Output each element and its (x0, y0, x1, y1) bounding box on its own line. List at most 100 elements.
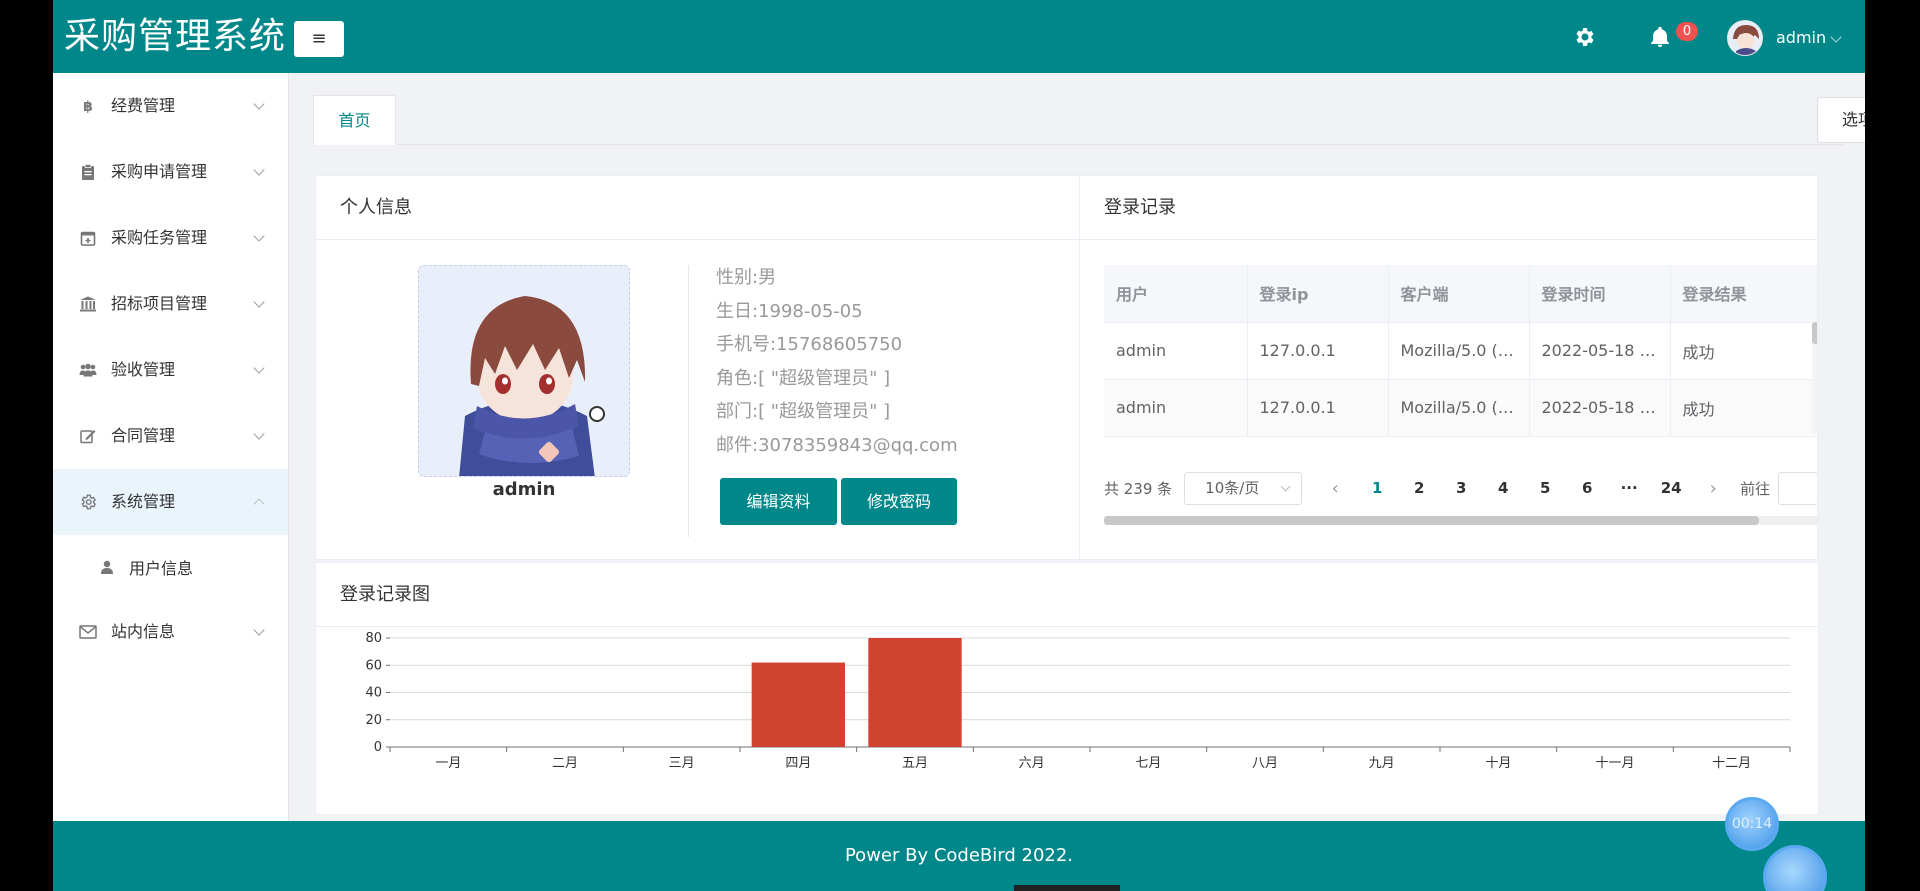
page-size-value: 10条/页 (1205, 478, 1260, 497)
table-cell: 127.0.0.1 (1247, 379, 1389, 437)
sidebar-subitem-user-info[interactable]: 用户信息 (53, 535, 288, 599)
table-cell: Mozilla/5.0 (… (1388, 379, 1530, 437)
login-chart-title: 登录记录图 (316, 563, 1818, 627)
y-tick-label: 80 (365, 631, 382, 646)
goto-label: 前往 (1740, 479, 1771, 498)
column-header[interactable]: 登录结果 (1670, 265, 1817, 323)
sidebar-item-label: 采购申请管理 (111, 162, 208, 181)
column-header[interactable]: 登录ip (1247, 265, 1389, 323)
table-cell: 成功 (1670, 379, 1817, 437)
page-number[interactable]: 6 (1566, 479, 1608, 497)
sidebar-item-label: 采购任务管理 (111, 228, 208, 247)
column-header[interactable]: 用户 (1104, 265, 1248, 323)
profile-info: 性别:男 生日:1998-05-05 手机号:15768605750 角色:[ … (716, 261, 958, 462)
app-window: 采购管理系统 ≡ 0 admin ฿ 经费管理 采购申请管理 采购任务管理 招标… (53, 0, 1865, 891)
column-header[interactable]: 客户端 (1388, 265, 1530, 323)
login-records-title: 登录记录 (1080, 176, 1817, 240)
sidebar-item-acceptance[interactable]: 验收管理 (53, 337, 288, 403)
login-records-card: 登录记录 用户 登录ip 客户端 登录时间 登录结果 admin 127.0.0… (1079, 175, 1818, 560)
page-number[interactable]: 3 (1440, 479, 1482, 497)
table-cell: 2022-05-18 … (1529, 322, 1671, 380)
profile-department: 部门:[ "超级管理员" ] (716, 401, 891, 422)
table-horizontal-scrollbar[interactable] (1104, 516, 1817, 525)
table-cell: 127.0.0.1 (1247, 322, 1389, 380)
next-page-button[interactable]: › (1692, 478, 1734, 499)
profile-illustration (419, 266, 629, 476)
table-row[interactable]: admin 127.0.0.1 Mozilla/5.0 (… 2022-05-1… (1104, 379, 1817, 437)
chevron-down-icon (253, 296, 265, 308)
user-icon (99, 559, 115, 575)
sidebar-item-label: 验收管理 (111, 360, 176, 379)
sidebar-item-messages[interactable]: 站内信息 (53, 599, 288, 665)
sidebar-item-funds[interactable]: ฿ 经费管理 (53, 73, 288, 139)
pagination-total: 共 239 条 (1104, 479, 1173, 498)
calendar-plus-icon (79, 229, 97, 247)
sidebar-item-system[interactable]: 系统管理 (53, 469, 288, 535)
sidebar-item-label: 招标项目管理 (111, 294, 208, 313)
footer-tab (1014, 885, 1120, 891)
page-size-select[interactable]: 10条/页 (1184, 471, 1303, 505)
chevron-down-icon (253, 230, 265, 242)
page-number[interactable]: 24 (1650, 479, 1692, 497)
page-number[interactable]: 2 (1398, 479, 1440, 497)
bitcoin-icon: ฿ (79, 97, 97, 115)
page-number[interactable]: 1 (1356, 479, 1398, 497)
user-avatar[interactable] (1727, 20, 1763, 56)
table-cell: 2022-05-18 … (1529, 379, 1671, 437)
login-bar-chart: 0 20 40 60 80 一月 二月 三月 四月 五月 六月 七月 八月 九月 十月 十一月 十二月 (365, 631, 1791, 771)
footer: Power By CodeBird 2022. (53, 821, 1865, 891)
brand-title: 采购管理系统 (64, 16, 287, 57)
chart-bar (868, 638, 962, 747)
chevron-down-icon (253, 164, 265, 176)
x-tick-label: 七月 (1135, 756, 1161, 771)
sidebar-item-purchase-task[interactable]: 采购任务管理 (53, 205, 288, 271)
chevron-down-icon[interactable] (1830, 31, 1842, 43)
x-tick-label: 五月 (902, 756, 928, 771)
page-number[interactable]: 4 (1482, 479, 1524, 497)
chevron-down-icon (253, 428, 265, 440)
bell-icon[interactable] (1648, 25, 1672, 49)
sidebar-item-purchase-request[interactable]: 采购申请管理 (53, 139, 288, 205)
bank-icon (79, 295, 97, 313)
x-tick-label: 八月 (1252, 756, 1278, 771)
scrollbar-thumb[interactable] (1812, 322, 1817, 344)
profile-card: 个人信息 admin 性别:男 生日:1998-05-05 手机号:157686… (315, 175, 1082, 560)
change-password-button[interactable]: 修改密码 (841, 478, 957, 525)
table-cell: Mozilla/5.0 (… (1388, 322, 1530, 380)
profile-photo (418, 265, 630, 477)
profile-role: 角色:[ "超级管理员" ] (716, 367, 891, 389)
table-row[interactable]: admin 127.0.0.1 Mozilla/5.0 (… 2022-05-1… (1104, 322, 1817, 380)
gear-icon[interactable] (1572, 25, 1596, 49)
page-more[interactable]: ··· (1608, 479, 1650, 497)
top-header: 采购管理系统 ≡ 0 admin (53, 0, 1865, 73)
edit-profile-button[interactable]: 编辑资料 (720, 478, 837, 525)
profile-phone: 手机号:15768605750 (716, 334, 903, 355)
options-button[interactable]: 选项 (1817, 97, 1865, 143)
page-number[interactable]: 5 (1524, 479, 1566, 497)
sidebar-subitem-label: 用户信息 (129, 559, 194, 578)
envelope-icon (79, 623, 97, 641)
scrollbar-thumb[interactable] (1104, 516, 1759, 525)
notification-badge: 0 (1676, 22, 1698, 41)
chevron-down-icon (1280, 481, 1291, 491)
edit-icon (79, 427, 97, 445)
prev-page-button[interactable]: ‹ (1314, 478, 1356, 499)
goto-page-input[interactable] (1778, 471, 1817, 505)
sidebar-item-contract[interactable]: 合同管理 (53, 403, 288, 469)
menu-toggle-button[interactable]: ≡ (294, 21, 344, 57)
chevron-down-icon (253, 362, 265, 374)
table-vertical-scrollbar[interactable] (1812, 322, 1817, 434)
table-cell: admin (1104, 322, 1248, 380)
x-tick-label: 一月 (435, 756, 461, 771)
gear-icon (79, 493, 97, 511)
timer-bubble[interactable]: 00:14 (1725, 797, 1779, 851)
x-tick-label: 九月 (1369, 756, 1395, 771)
header-username[interactable]: admin (1776, 24, 1826, 52)
pagination: 共 239 条 10条/页 ‹ 1 2 3 4 5 6 ··· 24 › 前往 (1104, 470, 1817, 506)
tab-home[interactable]: 首页 (313, 95, 396, 145)
column-header[interactable]: 登录时间 (1529, 265, 1671, 323)
chevron-up-icon (253, 498, 265, 510)
login-chart-card: 登录记录图 0 20 40 60 80 一月 二月 三月 四月 五月 六月 七月 八月 九月 十月 十一月 十二… (315, 562, 1819, 815)
y-tick-label: 40 (365, 686, 382, 701)
sidebar-item-tender[interactable]: 招标项目管理 (53, 271, 288, 337)
